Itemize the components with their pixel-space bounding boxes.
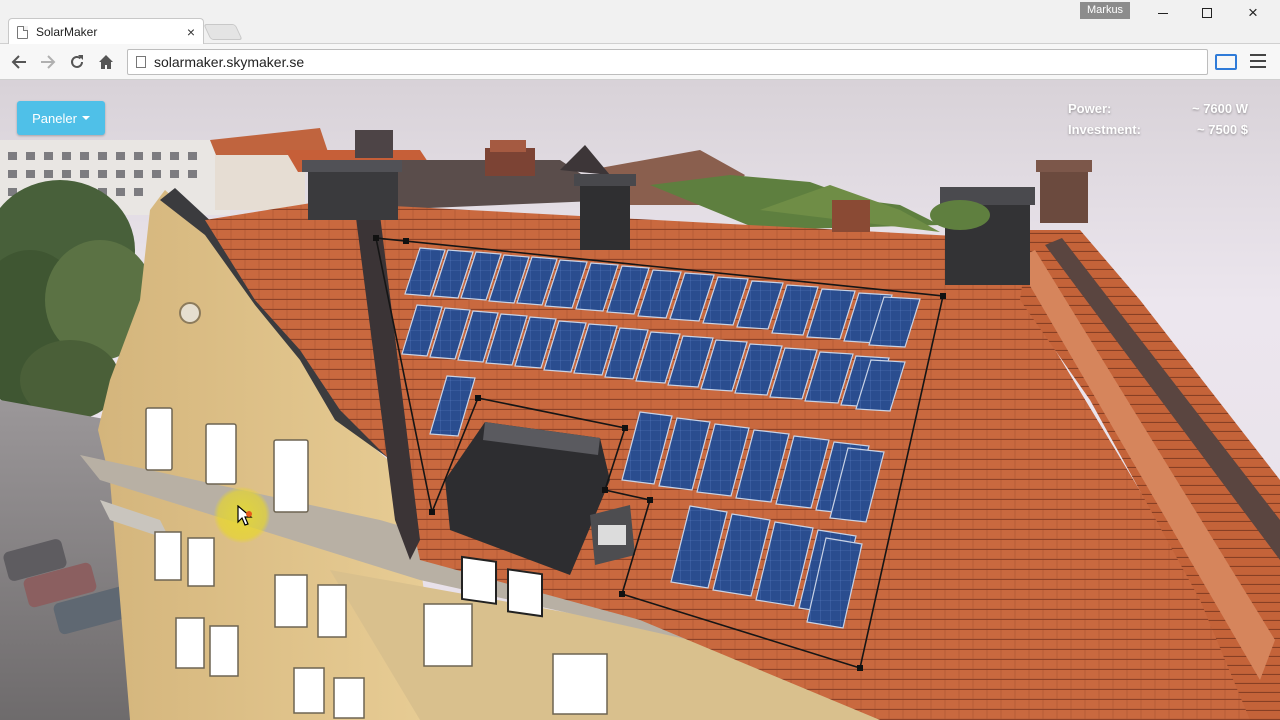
power-value: ~ 7600 W: [1191, 101, 1248, 116]
caret-down-icon: [81, 116, 90, 120]
home-icon: [99, 55, 113, 69]
arrow-left-icon: [11, 55, 26, 69]
profile-badge[interactable]: Markus: [1080, 2, 1131, 19]
maximize-icon: [1202, 8, 1212, 18]
investment-row: Investment: ~ 7500 $: [1068, 119, 1248, 140]
minimize-icon: [1158, 12, 1168, 14]
address-bar[interactable]: solarmaker.skymaker.se: [127, 49, 1208, 75]
roof-scene[interactable]: [0, 80, 1280, 720]
reload-button[interactable]: [66, 51, 88, 73]
browser-tab[interactable]: SolarMaker ×: [8, 18, 204, 45]
window-close-button[interactable]: ×: [1238, 3, 1268, 23]
mouse-pointer-icon: [237, 505, 253, 526]
arrow-right-icon: [41, 55, 56, 69]
tab-close-icon[interactable]: ×: [187, 24, 195, 40]
back-button[interactable]: [8, 51, 30, 73]
hamburger-menu-icon[interactable]: [1250, 54, 1266, 70]
reload-icon: [71, 55, 83, 68]
power-label: Power:: [1068, 101, 1112, 116]
browser-titlebar: SolarMaker × Markus ×: [0, 0, 1280, 45]
panels-dropdown-label: Paneler: [32, 110, 77, 126]
url-text: solarmaker.skymaker.se: [154, 54, 305, 70]
stats-panel: Power: ~ 7600 W Investment: ~ 7500 $: [1068, 98, 1248, 140]
new-tab-button[interactable]: [203, 24, 243, 40]
minimize-button[interactable]: [1148, 3, 1178, 23]
3d-viewport[interactable]: Paneler Power: ~ 7600 W Investment: ~ 75…: [0, 80, 1280, 720]
home-button[interactable]: [95, 51, 117, 73]
forward-button[interactable]: [37, 51, 59, 73]
trees-right: [930, 200, 990, 230]
cast-icon[interactable]: [1215, 54, 1237, 70]
browser-toolbar: solarmaker.skymaker.se: [0, 44, 1280, 80]
investment-value: ~ 7500 $: [1197, 122, 1248, 137]
page-icon: [136, 56, 146, 68]
power-row: Power: ~ 7600 W: [1068, 98, 1248, 119]
panels-dropdown-button[interactable]: Paneler: [17, 101, 105, 135]
investment-label: Investment:: [1068, 122, 1141, 137]
maximize-button[interactable]: [1192, 3, 1222, 23]
tab-title: SolarMaker: [36, 25, 98, 39]
page-icon: [17, 25, 28, 39]
